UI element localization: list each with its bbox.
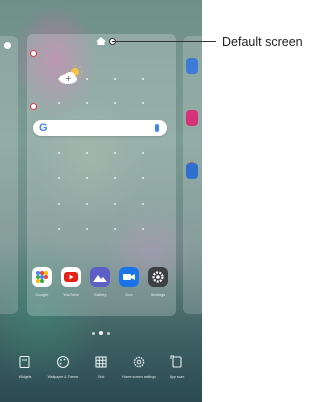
grid-label: Grid (97, 375, 105, 379)
widgets-icon (19, 355, 30, 369)
google-g-icon: G (39, 122, 48, 134)
grid-placement-dot (142, 102, 144, 104)
grid-placement-dot (142, 228, 144, 230)
grid-placement-dot (114, 203, 116, 205)
grid-placement-dot (58, 203, 60, 205)
gear-outline-icon (133, 356, 145, 368)
grid-placement-dot (142, 78, 144, 80)
weather-widget-icon[interactable]: + (58, 65, 84, 85)
grid-placement-dot (142, 177, 144, 179)
gallery-icon (90, 267, 110, 287)
grid-placement-dot (58, 177, 60, 179)
app-scan-icon (170, 355, 182, 368)
grid-button[interactable]: Grid (84, 355, 118, 380)
app-settings[interactable]: Settings (147, 267, 169, 297)
app-label: Settings (150, 292, 166, 297)
grid-icon (95, 356, 107, 368)
grid-placement-dot (114, 78, 116, 80)
google-folder-icon (32, 267, 52, 287)
app-scan-button[interactable]: App scan (160, 355, 194, 380)
app-google[interactable]: Google (31, 267, 53, 297)
phone-screen: + G Google YouTube Gallery Duo Settings … (0, 0, 202, 402)
grid-placement-dot (114, 228, 116, 230)
remove-page-icon[interactable] (30, 50, 37, 57)
callout-line (112, 41, 216, 42)
home-page-left[interactable] (0, 36, 18, 314)
grid-placement-dot (86, 102, 88, 104)
grid-placement-dot (58, 78, 60, 80)
grid-placement-dot (86, 152, 88, 154)
page-left-dot (4, 42, 11, 49)
home-icon[interactable] (96, 37, 106, 45)
page-indicator-home[interactable] (99, 331, 103, 335)
svg-text:+: + (65, 74, 72, 83)
home-edit-toolbar: Widgets Wallpaper & Theme Grid Home scre… (8, 355, 198, 389)
home-screen-settings-button[interactable]: Home screen settings (122, 355, 156, 380)
grid-placement-dot (142, 203, 144, 205)
grid-placement-dot (86, 78, 88, 80)
page-indicator-dot[interactable] (92, 332, 95, 335)
grid-placement-dot (58, 102, 60, 104)
grid-placement-dot (86, 177, 88, 179)
app-scan-label: App scan (169, 375, 185, 379)
google-search-bar[interactable]: G (33, 120, 167, 136)
page-indicator-dot[interactable] (107, 332, 110, 335)
app-youtube[interactable]: YouTube (60, 267, 82, 297)
gear-icon (148, 267, 168, 287)
grid-placement-dot (86, 203, 88, 205)
palette-icon (56, 355, 70, 369)
wallpaper-theme-label: Wallpaper & Theme (47, 375, 79, 379)
callout-label: Default screen (222, 35, 303, 49)
grid-placement-dot (58, 228, 60, 230)
remove-widget-icon[interactable] (30, 103, 37, 110)
duo-icon (119, 267, 139, 287)
grid-placement-dot (142, 152, 144, 154)
wallpaper-theme-button[interactable]: Wallpaper & Theme (46, 355, 80, 380)
grid-placement-dot (114, 152, 116, 154)
app-gallery[interactable]: Gallery (89, 267, 111, 297)
mic-icon[interactable] (155, 124, 159, 132)
right-page-app-icon[interactable] (186, 58, 198, 74)
widgets-label: Widgets (18, 375, 32, 379)
right-page-app-icon[interactable] (186, 163, 198, 179)
grid-placement-dot (58, 152, 60, 154)
app-duo[interactable]: Duo (118, 267, 140, 297)
grid-placement-dot (114, 177, 116, 179)
right-page-app-icon[interactable] (186, 110, 198, 126)
home-screen-settings-label: Home screen settings (122, 375, 156, 379)
grid-placement-dot (114, 102, 116, 104)
widgets-button[interactable]: Widgets (8, 355, 42, 380)
grid-placement-dot (86, 228, 88, 230)
app-dock: Google YouTube Gallery Duo Settings (31, 267, 171, 307)
youtube-icon (61, 267, 81, 287)
